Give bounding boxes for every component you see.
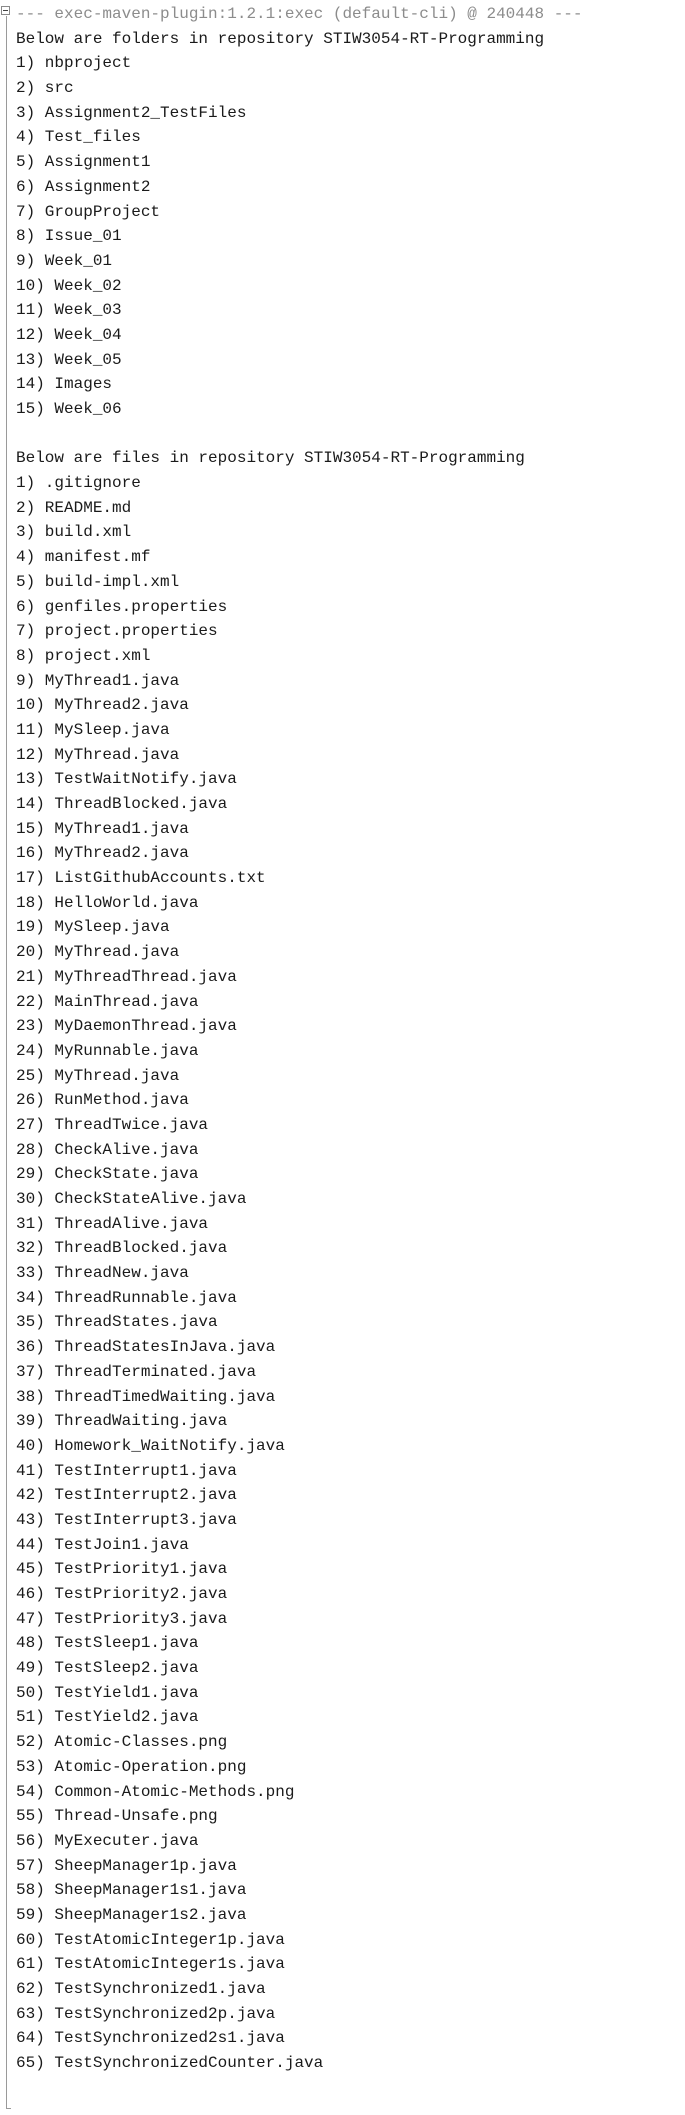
file-list-item: 21) MyThreadThread.java	[16, 967, 237, 986]
file-list-item: 49) TestSleep2.java	[16, 1659, 199, 1678]
folder-list-item: 14) Images	[16, 375, 113, 394]
file-list-item: 18) HelloWorld.java	[16, 893, 199, 912]
folder-list-item: 15) Week_06	[16, 400, 122, 418]
file-list-item: 63) TestSynchronized2p.java	[16, 2004, 276, 2023]
file-list-item: 22) MainThread.java	[16, 992, 199, 1011]
folder-list-item: 4) Test_files	[16, 128, 141, 147]
file-list-item: 52) Atomic-Classes.png	[16, 1733, 228, 1752]
collapse-fold-icon[interactable]	[1, 6, 10, 15]
file-list-item: 30) CheckStateAlive.java	[16, 1190, 247, 1208]
file-list-item: 54) Common-Atomic-Methods.png	[16, 1782, 295, 1801]
file-list-item: 31) ThreadAlive.java	[16, 1214, 209, 1233]
file-list-item: 29) CheckState.java	[16, 1165, 199, 1184]
file-list-item: 45) TestPriority1.java	[16, 1560, 228, 1579]
file-list-item: 53) Atomic-Operation.png	[16, 1757, 247, 1776]
folder-list-item: 2) src	[16, 79, 74, 98]
console-output: --- exec-maven-plugin:1.2.1:exec (defaul…	[16, 2, 681, 2076]
file-list-item: 37) ThreadTerminated.java	[16, 1362, 257, 1381]
file-list-item: 12) MyThread.java	[16, 745, 180, 764]
file-list-item: 57) SheepManager1p.java	[16, 1856, 237, 1875]
folder-list-item: 5) Assignment1	[16, 153, 151, 172]
folder-list-item: 7) GroupProject	[16, 202, 161, 221]
file-list-item: 48) TestSleep1.java	[16, 1634, 199, 1653]
file-list-item: 5) build-impl.xml	[16, 572, 180, 591]
folder-list-item: 3) Assignment2_TestFiles	[16, 103, 247, 122]
file-list-item: 23) MyDaemonThread.java	[16, 1017, 237, 1036]
file-list-item: 40) Homework_WaitNotify.java	[16, 1436, 285, 1455]
file-list-item: 65) TestSynchronizedCounter.java	[16, 2054, 324, 2073]
file-list-item: 43) TestInterrupt3.java	[16, 1510, 237, 1529]
file-list-item: 1) .gitignore	[16, 474, 141, 493]
file-list-item: 58) SheepManager1s1.java	[16, 1881, 247, 1900]
file-list-item: 59) SheepManager1s2.java	[16, 1905, 247, 1924]
file-list-item: 26) RunMethod.java	[16, 1091, 189, 1110]
file-list-item: 35) ThreadStates.java	[16, 1313, 218, 1332]
file-list-item: 64) TestSynchronized2s1.java	[16, 2029, 285, 2048]
file-list-item: 61) TestAtomicInteger1s.java	[16, 1955, 285, 1974]
file-list-item: 55) Thread-Unsafe.png	[16, 1807, 218, 1826]
file-list-item: 14) ThreadBlocked.java	[16, 795, 228, 813]
file-list-item: 42) TestInterrupt2.java	[16, 1486, 237, 1505]
folder-list-item: 1) nbproject	[16, 54, 132, 73]
file-list-item: 11) MySleep.java	[16, 720, 170, 739]
file-list-item: 17) ListGithubAccounts.txt	[16, 869, 266, 888]
file-list-item: 7) project.properties	[16, 622, 218, 641]
folder-list-item: 13) Week_05	[16, 350, 122, 369]
file-list-item: 60) TestAtomicInteger1p.java	[16, 1930, 285, 1949]
file-list-item: 9) MyThread1.java	[16, 671, 180, 690]
build-header-line: --- exec-maven-plugin:1.2.1:exec (defaul…	[16, 5, 583, 23]
file-list-item: 34) ThreadRunnable.java	[16, 1288, 237, 1307]
file-list-item: 3) build.xml	[16, 523, 132, 542]
file-list-item: 33) ThreadNew.java	[16, 1264, 189, 1283]
file-list-item: 27) ThreadTwice.java	[16, 1115, 209, 1134]
file-list-item: 10) MyThread2.java	[16, 696, 189, 715]
file-list-item: 28) CheckAlive.java	[16, 1140, 199, 1159]
file-list-item: 36) ThreadStatesInJava.java	[16, 1338, 276, 1357]
file-list-item: 51) TestYield2.java	[16, 1708, 199, 1727]
file-list-item: 41) TestInterrupt1.java	[16, 1461, 237, 1480]
file-list-item: 6) genfiles.properties	[16, 597, 228, 616]
folder-list-item: 10) Week_02	[16, 276, 122, 295]
file-list-item: 2) README.md	[16, 498, 132, 517]
folder-list-item: 6) Assignment2	[16, 177, 151, 196]
files-heading: Below are files in repository STIW3054-R…	[16, 449, 525, 468]
file-list-item: 25) MyThread.java	[16, 1066, 180, 1085]
folder-list-item: 11) Week_03	[16, 301, 122, 320]
file-list-item: 50) TestYield1.java	[16, 1683, 199, 1702]
file-list-item: 46) TestPriority2.java	[16, 1585, 228, 1603]
file-list-item: 62) TestSynchronized1.java	[16, 1980, 266, 1998]
file-list-item: 16) MyThread2.java	[16, 844, 189, 863]
fold-end-marker	[6, 2108, 11, 2109]
folder-list-item: 8) Issue_01	[16, 227, 122, 246]
file-list-item: 4) manifest.mf	[16, 548, 151, 567]
file-list-item: 8) project.xml	[16, 646, 151, 665]
file-list-item: 15) MyThread1.java	[16, 819, 189, 838]
folders-heading: Below are folders in repository STIW3054…	[16, 29, 545, 48]
file-list-item: 47) TestPriority3.java	[16, 1609, 228, 1628]
file-list-item: 39) ThreadWaiting.java	[16, 1412, 228, 1431]
folders-list: 1) nbproject 2) src 3) Assignment2_TestFil…	[16, 51, 681, 421]
file-list-item: 24) MyRunnable.java	[16, 1041, 199, 1060]
file-list-item: 13) TestWaitNotify.java	[16, 770, 237, 789]
folder-list-item: 12) Week_04	[16, 325, 122, 344]
fold-guide-line	[6, 16, 7, 2109]
files-list: 1) .gitignore 2) README.md 3) build.xml 4) …	[16, 471, 681, 2076]
file-list-item: 44) TestJoin1.java	[16, 1535, 189, 1554]
folder-list-item: 9) Week_01	[16, 251, 113, 270]
file-list-item: 20) MyThread.java	[16, 943, 180, 962]
file-list-item: 19) MySleep.java	[16, 918, 170, 937]
file-list-item: 32) ThreadBlocked.java	[16, 1239, 228, 1258]
file-list-item: 38) ThreadTimedWaiting.java	[16, 1387, 276, 1406]
file-list-item: 56) MyExecuter.java	[16, 1831, 199, 1850]
